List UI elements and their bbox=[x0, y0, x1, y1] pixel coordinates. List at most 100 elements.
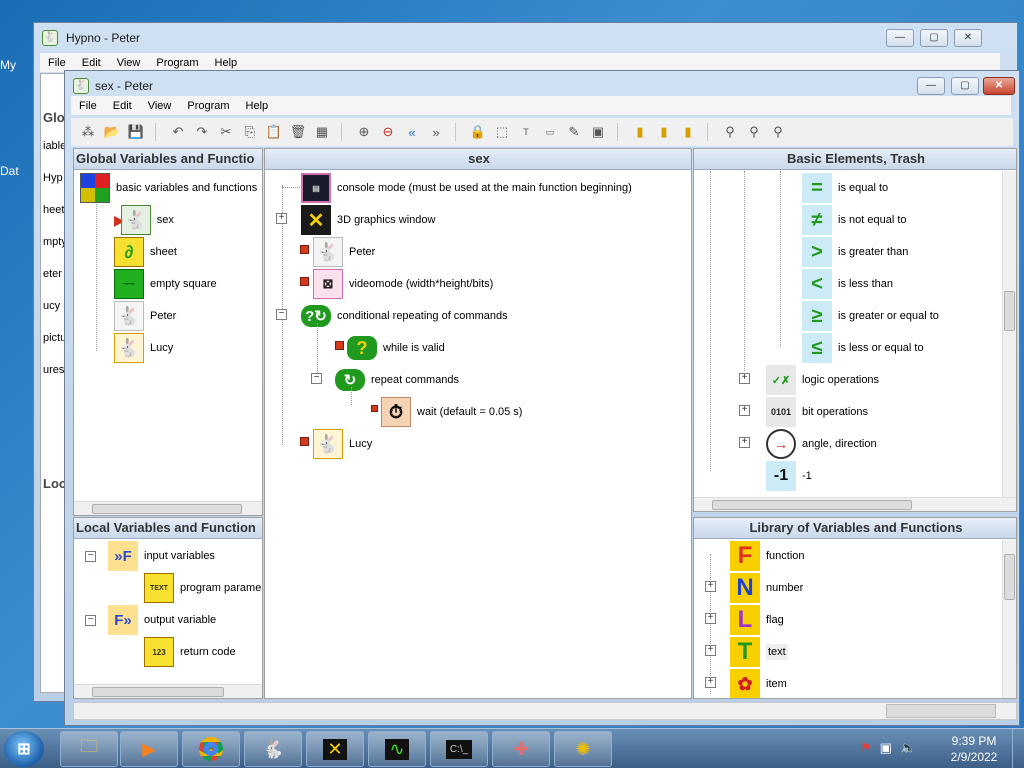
expand-toggle[interactable]: + bbox=[705, 645, 716, 656]
library-item-number[interactable]: N number bbox=[730, 572, 803, 604]
network-tray-icon[interactable]: ▣ bbox=[880, 740, 892, 756]
forward-icon[interactable]: » bbox=[425, 121, 447, 143]
taskbar-hypno-peter[interactable]: 🐇 bbox=[244, 731, 302, 767]
library-item-function[interactable]: F function bbox=[730, 540, 805, 572]
open-folder-icon[interactable]: 📂 bbox=[101, 121, 123, 143]
program-item-repeat-commands[interactable]: ↻ repeat commands bbox=[335, 364, 459, 396]
find-prev-icon[interactable]: ⚲ bbox=[767, 121, 789, 143]
library-item-item[interactable]: ✿ item bbox=[730, 668, 787, 698]
back-menu-help[interactable]: Help bbox=[207, 57, 246, 69]
taskbar-cross-app[interactable]: ✚ bbox=[492, 731, 550, 767]
program-item-3d-window[interactable]: ✕ 3D graphics window bbox=[301, 204, 435, 236]
taskbar-media-player[interactable]: ▶ bbox=[120, 731, 178, 767]
expand-toggle[interactable]: + bbox=[276, 213, 287, 224]
text-box-icon[interactable]: ▭ bbox=[539, 121, 561, 143]
taskbar-oscilloscope[interactable]: ∿ bbox=[368, 731, 426, 767]
basic-item-bit[interactable]: 0101 bit operations bbox=[766, 396, 868, 428]
paste-icon[interactable]: 📋 bbox=[263, 121, 285, 143]
basic-item-greater-equal[interactable]: ≥ is greater or equal to bbox=[802, 300, 939, 332]
program-item-videomode[interactable]: ⊠ videomode (width*height/bits) bbox=[313, 268, 493, 300]
back-minimize-button[interactable]: — bbox=[886, 29, 914, 47]
volume-icon[interactable]: 🔈 bbox=[900, 740, 916, 756]
document-yellow-icon[interactable]: ▮ bbox=[629, 121, 651, 143]
back-menu-file[interactable]: File bbox=[40, 57, 74, 69]
collapse-toggle[interactable]: − bbox=[85, 615, 96, 626]
zoom-in-icon[interactable]: ⊕ bbox=[353, 121, 375, 143]
find-next-icon[interactable]: ⚲ bbox=[743, 121, 765, 143]
copy-icon[interactable]: ⎘ bbox=[239, 121, 261, 143]
save-icon[interactable]: 💾 bbox=[125, 121, 147, 143]
tree-item-empty-square[interactable]: ~~ empty square bbox=[114, 268, 217, 300]
basic-item-angle[interactable]: → angle, direction bbox=[766, 428, 877, 460]
basic-item-logic[interactable]: ✓✗ logic operations bbox=[766, 364, 879, 396]
start-button[interactable]: ⊞ bbox=[4, 731, 44, 767]
action-center-icon[interactable]: ⚑ bbox=[860, 740, 872, 756]
network-icon[interactable]: ⁂ bbox=[77, 121, 99, 143]
document-up-icon[interactable]: ▮ bbox=[653, 121, 675, 143]
tree-item-return-code[interactable]: 123 return code bbox=[144, 636, 236, 668]
delete-icon[interactable]: 🗑 bbox=[287, 121, 309, 143]
collapse-toggle[interactable]: − bbox=[276, 309, 287, 320]
select-all-icon[interactable]: ▦ bbox=[311, 121, 333, 143]
cut-icon[interactable]: ✂ bbox=[215, 121, 237, 143]
frame-icon[interactable]: ⬚ bbox=[491, 121, 513, 143]
tree-item-sex[interactable]: ▶ 🐇 sex bbox=[114, 204, 174, 236]
expand-toggle[interactable]: + bbox=[739, 437, 750, 448]
maximize-button[interactable]: ▢ bbox=[951, 77, 979, 95]
breakpoint-marker-icon[interactable] bbox=[300, 277, 309, 286]
taskbar-kaleidoscope[interactable]: ✺ bbox=[554, 731, 612, 767]
program-item-lucy[interactable]: 🐇 Lucy bbox=[313, 428, 372, 460]
redo-icon[interactable]: ↷ bbox=[191, 121, 213, 143]
taskbar-explorer[interactable]: 🗀 bbox=[60, 731, 118, 767]
menu-file[interactable]: File bbox=[71, 100, 105, 112]
vertical-scrollbar[interactable] bbox=[1002, 540, 1016, 698]
undo-icon[interactable]: ↶ bbox=[167, 121, 189, 143]
basic-item-less-equal[interactable]: ≤ is less or equal to bbox=[802, 332, 924, 364]
zoom-out-icon[interactable]: ⊖ bbox=[377, 121, 399, 143]
tree-item-peter[interactable]: 🐇 Peter bbox=[114, 300, 176, 332]
binoculars-icon[interactable]: ⚲ bbox=[719, 121, 741, 143]
close-button[interactable]: ✕ bbox=[983, 77, 1015, 95]
program-item-conditional-repeat[interactable]: ?↻ conditional repeating of commands bbox=[301, 300, 508, 332]
scrollbar-thumb[interactable] bbox=[92, 687, 224, 697]
document-down-icon[interactable]: ▮ bbox=[677, 121, 699, 143]
breakpoint-marker-icon[interactable] bbox=[335, 341, 344, 350]
taskbar-chrome[interactable] bbox=[182, 731, 240, 767]
tree-item-sheet[interactable]: ∂ sheet bbox=[114, 236, 177, 268]
back-window-titlebar[interactable]: 🐇 Hypno - Peter bbox=[34, 23, 1017, 53]
breakpoint-marker-icon[interactable] bbox=[300, 245, 309, 254]
back-menu-program[interactable]: Program bbox=[148, 57, 206, 69]
taskbar-console[interactable]: C:\_ bbox=[430, 731, 488, 767]
program-item-console-mode[interactable]: ▤ console mode (must be used at the main… bbox=[301, 172, 632, 204]
scrollbar-thumb[interactable] bbox=[1004, 291, 1015, 331]
basic-item-minus-one[interactable]: -1 -1 bbox=[766, 460, 812, 492]
scrollbar-thumb[interactable] bbox=[712, 500, 912, 510]
back-icon[interactable]: « bbox=[401, 121, 423, 143]
basic-item-not-equal[interactable]: ≠ is not equal to bbox=[802, 204, 907, 236]
horizontal-scrollbar[interactable] bbox=[74, 501, 262, 515]
edit-icon[interactable]: ✎ bbox=[563, 121, 585, 143]
back-maximize-button[interactable]: ▢ bbox=[920, 29, 948, 47]
expand-toggle[interactable]: + bbox=[705, 581, 716, 592]
minimize-button[interactable]: — bbox=[917, 77, 945, 95]
lock-icon[interactable]: 🔒 bbox=[467, 121, 489, 143]
breakpoint-marker-icon[interactable] bbox=[371, 405, 378, 412]
desktop-icon-data[interactable]: Dat bbox=[0, 164, 24, 178]
library-item-flag[interactable]: L flag bbox=[730, 604, 784, 636]
scrollbar-thumb[interactable] bbox=[1004, 554, 1015, 600]
vertical-scrollbar[interactable] bbox=[1002, 171, 1016, 497]
menu-help[interactable]: Help bbox=[238, 100, 277, 112]
taskbar-3d-window[interactable]: ✕ bbox=[306, 731, 364, 767]
tree-item-basic[interactable]: basic variables and functions bbox=[80, 172, 257, 204]
tree-item-input-variables[interactable]: »F input variables bbox=[108, 540, 215, 572]
menu-view[interactable]: View bbox=[140, 100, 180, 112]
menu-program[interactable]: Program bbox=[179, 100, 237, 112]
breakpoint-marker-icon[interactable] bbox=[300, 437, 309, 446]
show-desktop-button[interactable] bbox=[1012, 729, 1024, 768]
program-item-peter[interactable]: 🐇 Peter bbox=[313, 236, 375, 268]
scrollbar-thumb[interactable] bbox=[92, 504, 242, 514]
image-icon[interactable]: ▣ bbox=[587, 121, 609, 143]
program-item-wait[interactable]: ⏱ wait (default = 0.05 s) bbox=[381, 396, 522, 428]
library-item-text[interactable]: T text bbox=[730, 636, 788, 668]
back-close-button[interactable]: ✕ bbox=[954, 29, 982, 47]
